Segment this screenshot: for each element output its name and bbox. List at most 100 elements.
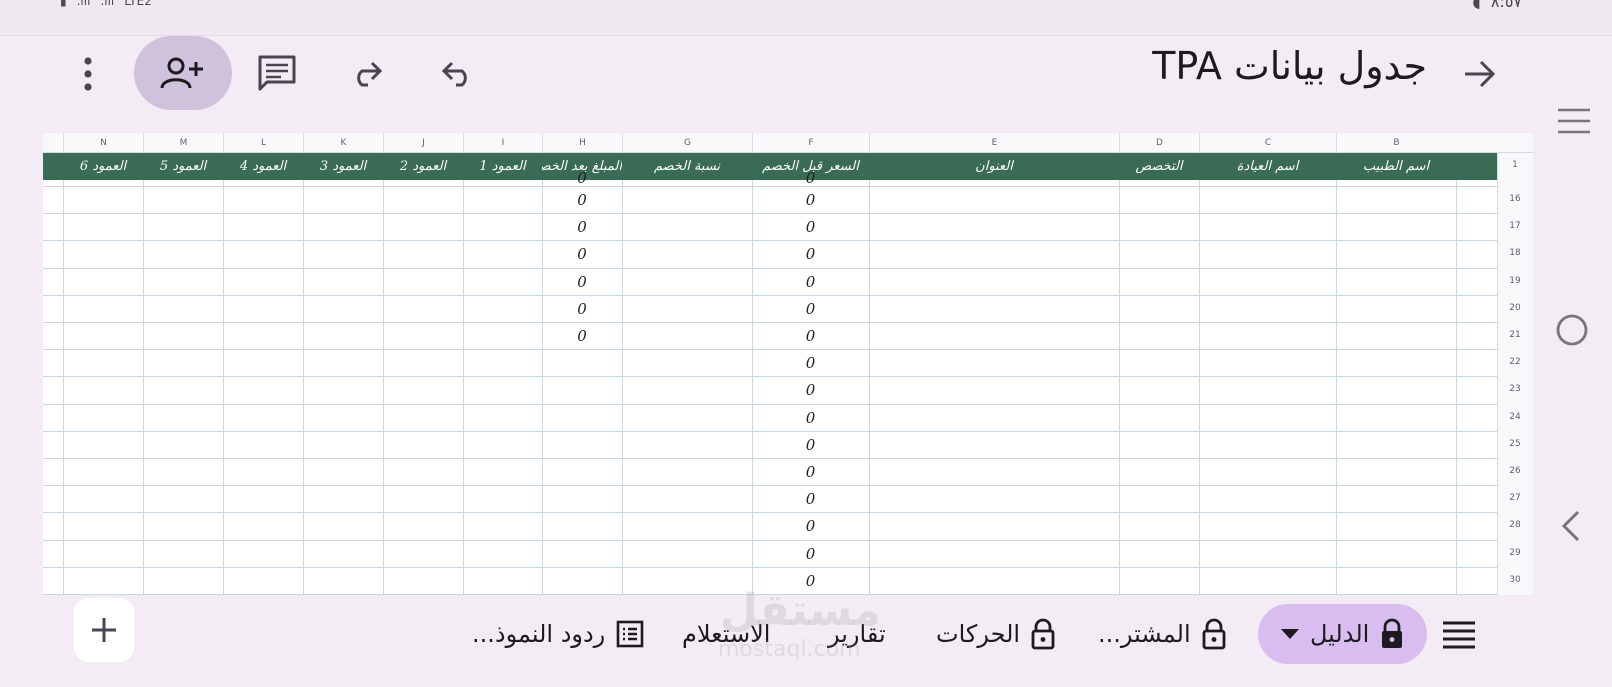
header-cell[interactable]: اسم الطبيب bbox=[1336, 153, 1456, 180]
header-cell[interactable]: اسم العيادة bbox=[1199, 153, 1336, 180]
header-cell[interactable]: العمود 4 bbox=[223, 153, 303, 180]
grid-line bbox=[542, 180, 543, 595]
row-number[interactable]: 18 bbox=[1497, 248, 1533, 258]
header-cell[interactable]: نسبة الخصم bbox=[622, 153, 752, 180]
row-number[interactable]: 17 bbox=[1497, 221, 1533, 231]
grid-line bbox=[43, 485, 1497, 486]
column-letter[interactable]: M bbox=[143, 133, 223, 153]
row-number[interactable]: 25 bbox=[1497, 439, 1533, 449]
tab-transactions[interactable]: الحركات bbox=[936, 604, 1056, 664]
column-letter[interactable]: I bbox=[463, 133, 542, 153]
cell-value[interactable]: 0 bbox=[542, 191, 622, 209]
row-number[interactable]: 20 bbox=[1497, 303, 1533, 313]
cell-value[interactable]: 0 bbox=[752, 409, 869, 427]
row-number[interactable]: 26 bbox=[1497, 466, 1533, 476]
grid-line bbox=[43, 268, 1497, 269]
home-circle-icon bbox=[1556, 314, 1588, 346]
undo-button[interactable] bbox=[436, 52, 478, 94]
nav-home-button[interactable] bbox=[1554, 312, 1590, 348]
network-label: LTE2 bbox=[124, 0, 152, 8]
cell-value[interactable]: 0 bbox=[542, 218, 622, 236]
row-number[interactable]: 24 bbox=[1497, 412, 1533, 422]
cell-value[interactable]: 0 bbox=[752, 354, 869, 372]
tab-label: تقارير bbox=[828, 620, 886, 648]
header-cell[interactable]: العمود 2 bbox=[383, 153, 463, 180]
cell-value[interactable]: 0 bbox=[752, 327, 869, 345]
cell-value[interactable]: 0 bbox=[752, 381, 869, 399]
grid-line bbox=[622, 180, 623, 595]
cell-value[interactable]: 0 bbox=[752, 169, 869, 187]
cell-value[interactable]: 0 bbox=[542, 169, 622, 187]
grid-line bbox=[869, 180, 870, 595]
row-number-column: 1 16 17 18 19 20 21 22 23 24 25 26 27 28 29 30 bbox=[1497, 153, 1533, 595]
row-number[interactable]: 28 bbox=[1497, 520, 1533, 530]
header-cell[interactable]: التخصص bbox=[1119, 153, 1199, 180]
grid-line bbox=[43, 376, 1497, 377]
cell-value[interactable]: 0 bbox=[752, 245, 869, 263]
grid-line bbox=[63, 180, 64, 595]
tab-query[interactable]: الاستعلام bbox=[682, 604, 770, 664]
header-cell[interactable]: العنوان bbox=[869, 153, 1119, 180]
column-letter[interactable]: K bbox=[303, 133, 383, 153]
system-nav bbox=[1522, 90, 1612, 620]
cell-value[interactable]: 0 bbox=[752, 436, 869, 454]
header-cell[interactable]: العمود 6 bbox=[63, 153, 143, 180]
row-number[interactable]: 22 bbox=[1497, 357, 1533, 367]
column-letter[interactable]: H bbox=[542, 133, 622, 153]
column-letter[interactable]: D bbox=[1119, 133, 1199, 153]
cell-value[interactable]: 0 bbox=[752, 273, 869, 291]
column-letter[interactable]: G bbox=[622, 133, 752, 153]
cell-value[interactable]: 0 bbox=[542, 245, 622, 263]
cell-value[interactable]: 0 bbox=[752, 300, 869, 318]
column-letter[interactable]: J bbox=[383, 133, 463, 153]
cell-value[interactable]: 0 bbox=[752, 545, 869, 563]
row-number[interactable]: 30 bbox=[1497, 575, 1533, 585]
tab-directory[interactable]: الدليل bbox=[1258, 604, 1428, 664]
row-number[interactable]: 16 bbox=[1497, 194, 1533, 204]
row-number[interactable]: 29 bbox=[1497, 548, 1533, 558]
grid-line bbox=[143, 180, 144, 595]
tab-purchases[interactable]: المشتر... bbox=[1098, 604, 1227, 664]
comments-button[interactable] bbox=[250, 51, 304, 95]
column-letter[interactable]: N bbox=[63, 133, 143, 153]
clock: ٨:٥٧ bbox=[1490, 0, 1522, 11]
column-letter[interactable]: L bbox=[223, 133, 303, 153]
cell-value[interactable]: 0 bbox=[752, 572, 869, 590]
plus-icon bbox=[92, 618, 116, 642]
cell-value[interactable]: 0 bbox=[542, 273, 622, 291]
form-icon bbox=[616, 620, 644, 648]
column-letter[interactable]: E bbox=[869, 133, 1119, 153]
header-cell[interactable]: العمود 5 bbox=[143, 153, 223, 180]
cell-value[interactable]: 0 bbox=[752, 191, 869, 209]
row-number[interactable]: 21 bbox=[1497, 330, 1533, 340]
redo-button[interactable] bbox=[346, 52, 388, 94]
add-sheet-button[interactable] bbox=[74, 598, 134, 662]
row-number[interactable]: 19 bbox=[1497, 276, 1533, 286]
column-letter[interactable]: B bbox=[1336, 133, 1456, 153]
header-cell[interactable]: العمود 1 bbox=[463, 153, 542, 180]
spreadsheet-grid[interactable]: NMLKJIHGFEDCB العمود 6 العمود 5 العمود 4 ال… bbox=[43, 133, 1533, 595]
more-options-button[interactable] bbox=[68, 54, 108, 94]
share-button[interactable] bbox=[134, 36, 232, 110]
column-letter[interactable]: C bbox=[1199, 133, 1336, 153]
grid-line bbox=[303, 180, 304, 595]
column-letter[interactable]: F bbox=[752, 133, 869, 153]
row-number[interactable]: 27 bbox=[1497, 493, 1533, 503]
tab-form-responses[interactable]: ردود النموذ... bbox=[472, 604, 645, 664]
nav-recents-button[interactable] bbox=[1556, 106, 1592, 136]
cell-value[interactable]: 0 bbox=[752, 218, 869, 236]
cell-value[interactable]: 0 bbox=[752, 490, 869, 508]
more-vert-icon bbox=[84, 57, 92, 91]
row-number[interactable]: 1 bbox=[1497, 160, 1533, 170]
nav-back-button[interactable] bbox=[1556, 508, 1586, 544]
cell-value[interactable]: 0 bbox=[752, 463, 869, 481]
cell-value[interactable]: 0 bbox=[542, 327, 622, 345]
header-cell[interactable]: العمود 3 bbox=[303, 153, 383, 180]
cell-value[interactable]: 0 bbox=[752, 517, 869, 535]
back-button[interactable] bbox=[1458, 52, 1502, 96]
cell-value[interactable]: 0 bbox=[542, 300, 622, 318]
all-sheets-button[interactable] bbox=[1440, 618, 1478, 652]
grid-line bbox=[43, 512, 1497, 513]
row-number[interactable]: 23 bbox=[1497, 384, 1533, 394]
tab-reports[interactable]: تقارير bbox=[828, 604, 886, 664]
